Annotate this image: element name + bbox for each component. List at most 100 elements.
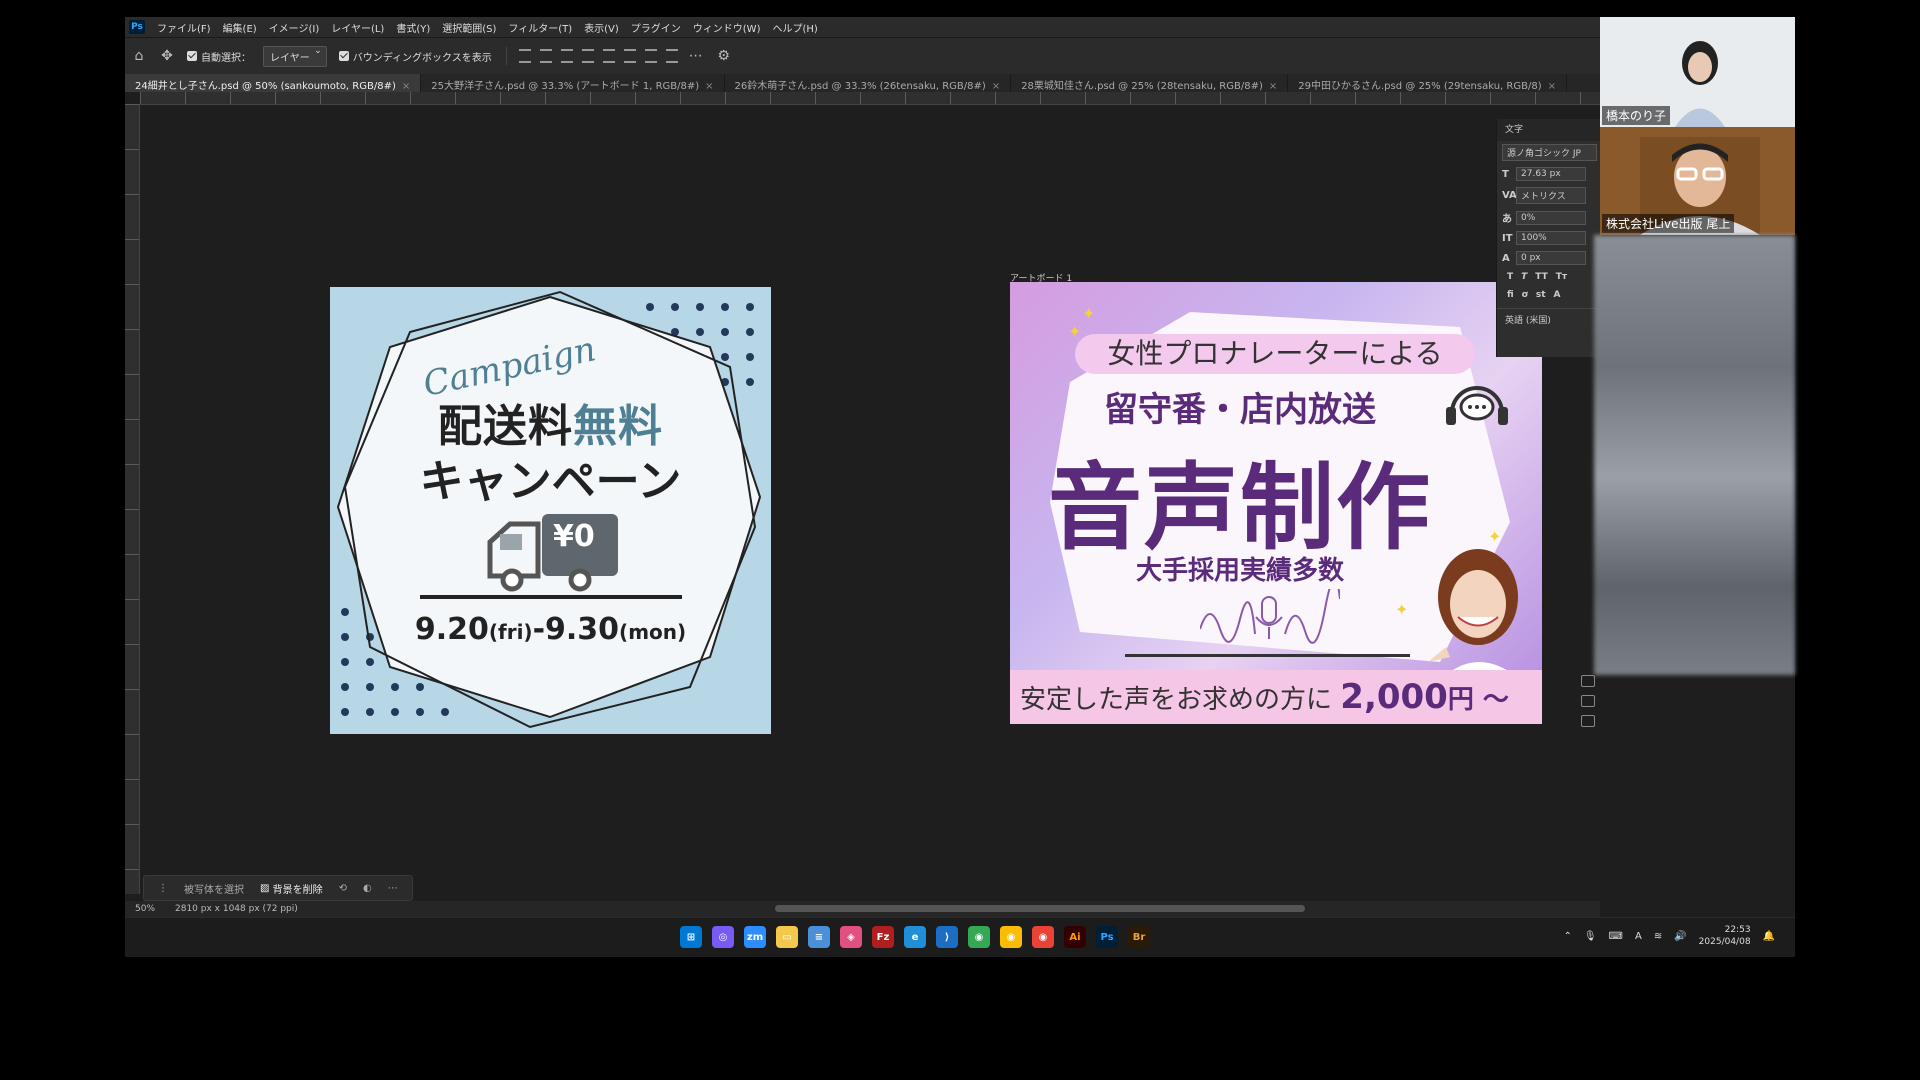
volume-icon[interactable]: 🔊 bbox=[1674, 931, 1686, 942]
menu-layer[interactable]: レイヤー(L) bbox=[325, 20, 390, 35]
video-tile-blurred[interactable] bbox=[1594, 235, 1795, 675]
subtitle-pill: 女性プロナレーターによる bbox=[1075, 334, 1475, 374]
tracking-field[interactable]: 0% bbox=[1516, 210, 1586, 225]
artwork-shipping-campaign[interactable]: Campaign 配送料無料 キャンペーン ¥0 9.20(fri)-9.30(… bbox=[330, 287, 771, 734]
drag-handle-icon[interactable]: ⋮ bbox=[158, 883, 168, 894]
ligature-icon[interactable]: fi bbox=[1507, 290, 1514, 300]
menu-plugins[interactable]: プラグイン bbox=[625, 20, 687, 35]
bold-icon[interactable]: T bbox=[1507, 272, 1513, 282]
copilot-icon[interactable]: ◎ bbox=[712, 926, 734, 948]
bridge-icon[interactable]: Br bbox=[1128, 926, 1150, 948]
chrome-profile2-icon[interactable]: ◉ bbox=[1032, 926, 1054, 948]
language-select[interactable]: 英語 (米国) bbox=[1497, 308, 1602, 330]
transform-icon[interactable]: ⟲ bbox=[339, 883, 347, 894]
tab-doc-25[interactable]: 25大野洋子さん.psd @ 33.3% (アートボード 1, RGB/8#) × bbox=[421, 74, 725, 92]
menu-edit[interactable]: 編集(E) bbox=[217, 20, 263, 35]
illustrator-icon[interactable]: Ai bbox=[1064, 926, 1086, 948]
horizontal-scrollbar[interactable] bbox=[775, 905, 1305, 912]
horizontal-ruler[interactable] bbox=[140, 92, 1600, 105]
close-icon[interactable]: × bbox=[1269, 81, 1277, 92]
menu-window[interactable]: ウィンドウ(W) bbox=[687, 20, 767, 35]
panel-title[interactable]: 文字 bbox=[1497, 119, 1602, 141]
close-icon[interactable]: × bbox=[402, 81, 410, 92]
properties-panel-icon[interactable] bbox=[1581, 695, 1595, 707]
photos-icon[interactable]: ◈ bbox=[840, 926, 862, 948]
menu-filter[interactable]: フィルター(T) bbox=[502, 20, 578, 35]
close-icon[interactable]: × bbox=[1548, 81, 1556, 92]
character-panel: 文字 源ノ角ゴシック JP T 27.63 px VA メトリクス あ 0% IT 10… bbox=[1496, 119, 1602, 357]
distribute-v-icon[interactable] bbox=[665, 49, 678, 63]
clock[interactable]: 22:53 2025/04/08 bbox=[1699, 924, 1751, 948]
close-icon[interactable]: × bbox=[992, 81, 1000, 92]
microphone-icon[interactable]: 🎙 bbox=[1584, 931, 1597, 942]
tab-doc-29[interactable]: 29中田ひかるさん.psd @ 25% (29tensaku, RGB/8) × bbox=[1288, 74, 1567, 92]
tab-doc-26[interactable]: 26鈴木萌子さん.psd @ 33.3% (26tensaku, RGB/8#)… bbox=[725, 74, 1012, 92]
vscode-icon[interactable]: ⟩ bbox=[936, 926, 958, 948]
more-options-icon[interactable]: ⋯ bbox=[685, 45, 707, 67]
vertical-scale-field[interactable]: 100% bbox=[1516, 231, 1586, 245]
layers-panel-icon[interactable] bbox=[1581, 675, 1595, 687]
notification-bell-icon[interactable]: 🔔 bbox=[1763, 931, 1775, 942]
checkbox-checked-icon bbox=[187, 51, 197, 61]
photoshop-icon[interactable]: Ps bbox=[1096, 926, 1118, 948]
move-tool-icon[interactable]: ✥ bbox=[156, 45, 178, 67]
home-icon[interactable]: ⌂ bbox=[128, 45, 150, 67]
auto-select-checkbox[interactable]: 自動選択： bbox=[187, 49, 251, 64]
align-middle-icon[interactable] bbox=[623, 49, 636, 63]
campaign-dates: 9.20(fri)-9.30(mon) bbox=[330, 612, 771, 647]
tab-label: 28栗城知佳さん.psd @ 25% (28tensaku, RGB/8#) bbox=[1021, 81, 1263, 92]
menu-image[interactable]: イメージ(I) bbox=[263, 20, 326, 35]
ime-icon[interactable]: A bbox=[1635, 931, 1642, 942]
chrome-profile-icon[interactable]: ◉ bbox=[1000, 926, 1022, 948]
wifi-icon[interactable]: ≋ bbox=[1654, 931, 1662, 942]
italic-icon[interactable]: T bbox=[1521, 272, 1527, 282]
menu-file[interactable]: ファイル(F) bbox=[151, 20, 217, 35]
select-subject-button[interactable]: 被写体を選択 bbox=[184, 881, 244, 896]
zoom-icon[interactable]: zm bbox=[744, 926, 766, 948]
layer-select-dropdown[interactable]: レイヤー bbox=[263, 45, 327, 67]
baseline-field[interactable]: 0 px bbox=[1516, 251, 1586, 265]
remove-background-button[interactable]: ▨ 背景を削除 bbox=[260, 881, 323, 896]
chrome-icon[interactable]: ◉ bbox=[968, 926, 990, 948]
artwork-voice-production[interactable]: ✦ ✦ ✦ ✦ 女性プロナレーターによる 留守番・店内放送 音声制作 大手採用実… bbox=[1010, 282, 1542, 724]
close-icon[interactable]: × bbox=[705, 81, 713, 92]
smallcaps-icon[interactable]: Tт bbox=[1556, 272, 1567, 282]
swash-icon[interactable]: st bbox=[1536, 290, 1546, 300]
font-size-field[interactable]: 27.63 px bbox=[1516, 167, 1586, 181]
menu-view[interactable]: 表示(V) bbox=[578, 20, 625, 35]
ordinal-icon[interactable]: ơ bbox=[1522, 290, 1528, 300]
keyboard-icon[interactable]: ⌨ bbox=[1609, 931, 1623, 942]
zoom-level[interactable]: 50% bbox=[135, 904, 175, 914]
kerning-field[interactable]: メトリクス bbox=[1516, 187, 1586, 204]
align-bottom-icon[interactable] bbox=[644, 49, 657, 63]
align-left-icon[interactable] bbox=[518, 49, 531, 63]
tab-doc-24[interactable]: 24細井とし子さん.psd @ 50% (sankoumoto, RGB/8#)… bbox=[125, 74, 422, 92]
align-center-icon[interactable] bbox=[539, 49, 552, 63]
vertical-ruler[interactable] bbox=[125, 104, 140, 894]
video-tile-participant1[interactable]: 橋本のり子 bbox=[1600, 17, 1795, 127]
font-family-select[interactable]: 源ノ角ゴシック JP bbox=[1502, 144, 1597, 161]
menu-help[interactable]: ヘルプ(H) bbox=[766, 20, 823, 35]
adjust-icon[interactable]: ◐ bbox=[363, 883, 372, 894]
chevron-up-icon[interactable]: ⌃ bbox=[1563, 931, 1571, 942]
photoshop-logo-icon[interactable]: Ps bbox=[129, 20, 145, 34]
distribute-icon[interactable] bbox=[581, 49, 594, 63]
gear-icon[interactable]: ⚙ bbox=[713, 45, 735, 67]
tab-doc-28[interactable]: 28栗城知佳さん.psd @ 25% (28tensaku, RGB/8#) × bbox=[1011, 74, 1289, 92]
align-right-icon[interactable] bbox=[560, 49, 573, 63]
more-options-icon[interactable]: ⋯ bbox=[388, 883, 398, 894]
bounding-box-checkbox[interactable]: バウンディングボックスを表示 bbox=[338, 49, 492, 64]
filezilla-icon[interactable]: Fz bbox=[872, 926, 894, 948]
align-top-icon[interactable] bbox=[602, 49, 615, 63]
stylistic-icon[interactable]: A bbox=[1554, 290, 1561, 300]
windows-start-icon[interactable]: ⊞ bbox=[680, 926, 702, 948]
history-panel-icon[interactable] bbox=[1581, 715, 1595, 727]
edge-icon[interactable]: e bbox=[904, 926, 926, 948]
menu-select[interactable]: 選択範囲(S) bbox=[436, 20, 502, 35]
notepad-icon[interactable]: ≡ bbox=[808, 926, 830, 948]
file-explorer-icon[interactable]: ▭ bbox=[776, 926, 798, 948]
select-subject-label: 被写体を選択 bbox=[184, 884, 244, 896]
menu-type[interactable]: 書式(Y) bbox=[390, 20, 436, 35]
video-tile-participant2[interactable]: 株式会社Live出版 尾上 bbox=[1600, 127, 1795, 235]
allcaps-icon[interactable]: TT bbox=[1535, 272, 1548, 282]
